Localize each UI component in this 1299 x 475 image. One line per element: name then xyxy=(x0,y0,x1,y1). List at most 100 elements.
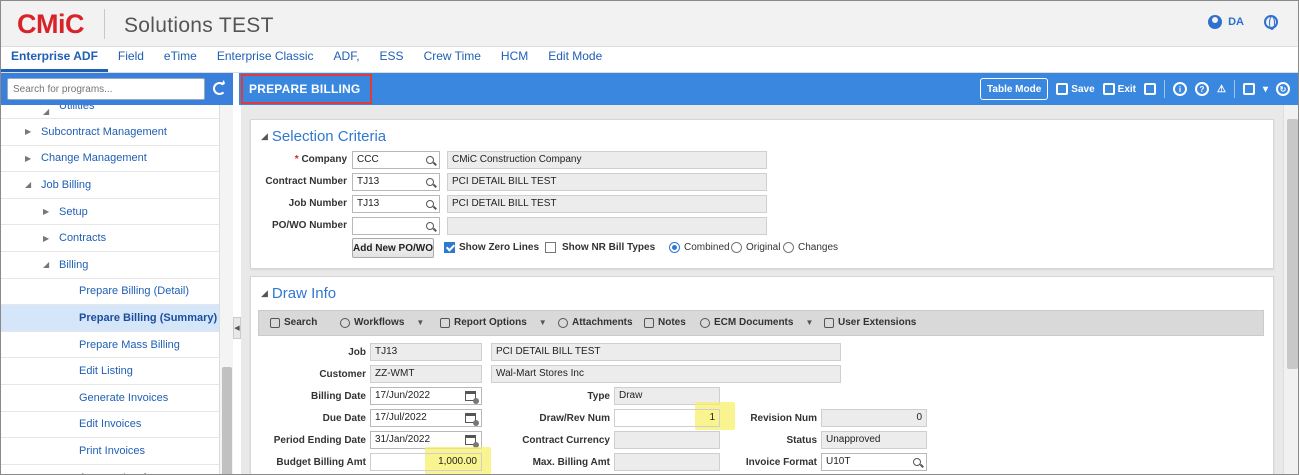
chevron-down-icon: ▼ xyxy=(805,318,814,327)
report-icon[interactable] xyxy=(1144,83,1156,95)
sidebar-item[interactable]: Edit Invoices xyxy=(1,412,219,439)
contract-currency-label: Contract Currency xyxy=(522,435,610,446)
table-mode-button[interactable]: Table Mode xyxy=(980,78,1049,100)
status-label: Status xyxy=(786,435,817,446)
customer-name-display: Wal-Mart Stores Inc xyxy=(491,365,841,383)
sidebar-item-label: Setup xyxy=(59,205,88,218)
edit-icon[interactable] xyxy=(1242,83,1255,95)
notes-toolbar-button[interactable]: Notes xyxy=(644,317,686,328)
expand-triangle-icon[interactable]: ▶ xyxy=(43,234,53,243)
sidebar-collapse-handle[interactable]: ◀ xyxy=(233,317,241,339)
tab-ess[interactable]: ESS xyxy=(370,46,414,72)
powo-lookup[interactable] xyxy=(421,217,439,235)
sidebar-item[interactable]: Edit Listing xyxy=(1,358,219,385)
billing-date-picker[interactable] xyxy=(461,387,479,405)
sidebar-item[interactable]: ▶ Change Management xyxy=(1,146,219,173)
changes-radio-label: Changes xyxy=(798,242,839,253)
sidebar-item-label: Billing xyxy=(59,258,89,271)
sidebar: ◢ Utilities ▶ Subcontract Management ▶ Change… xyxy=(1,73,233,474)
globe-icon[interactable] xyxy=(1264,15,1278,30)
sidebar-item[interactable]: ◢ Billing xyxy=(1,252,219,279)
collapse-triangle-icon[interactable]: ◢ xyxy=(25,180,35,189)
exit-button[interactable]: Exit xyxy=(1102,83,1136,95)
collapse-triangle-icon[interactable]: ◢ xyxy=(43,107,53,116)
content-scrollbar[interactable] xyxy=(1283,105,1298,474)
invoice-format-lookup[interactable] xyxy=(908,453,926,471)
collapse-triangle-icon: ◢ xyxy=(261,131,268,141)
sidebar-item-label: Print Invoices xyxy=(79,444,146,457)
user-icon[interactable] xyxy=(1208,15,1223,29)
job-name-display: PCI DETAIL BILL TEST xyxy=(491,343,841,361)
job-field: TJ13 xyxy=(370,343,482,361)
save-icon xyxy=(1056,83,1069,95)
tab-adf[interactable]: ADF, xyxy=(324,46,370,72)
user-extensions-toolbar-button[interactable]: User Extensions xyxy=(824,317,916,328)
sidebar-item[interactable]: Generate Invoices xyxy=(1,385,219,412)
attachments-toolbar-button[interactable]: Attachments xyxy=(558,317,633,328)
save-button[interactable]: Save xyxy=(1056,83,1095,95)
selection-criteria-header[interactable]: ◢ Selection Criteria xyxy=(261,128,386,145)
workflows-toolbar-button[interactable]: Workflows ▼ xyxy=(340,317,424,328)
tab-crew-time[interactable]: Crew Time xyxy=(414,46,491,72)
tab-field[interactable]: Field xyxy=(108,46,154,72)
sidebar-search-bar xyxy=(1,73,233,105)
original-radio[interactable] xyxy=(731,242,742,253)
invoice-format-label: Invoice Format xyxy=(745,457,817,468)
sidebar-item[interactable]: ▶ Contracts xyxy=(1,225,219,252)
tab-enterprise-adf[interactable]: Enterprise ADF xyxy=(1,46,108,72)
sidebar-scrollbar[interactable] xyxy=(219,105,233,474)
tab-edit-mode[interactable]: Edit Mode xyxy=(538,46,612,72)
draw-info-header[interactable]: ◢ Draw Info xyxy=(261,285,336,302)
info-icon[interactable]: i xyxy=(1173,82,1187,96)
sidebar-scroll-thumb[interactable] xyxy=(222,367,232,474)
sidebar-item[interactable]: ▶ Subcontract Management xyxy=(1,119,219,146)
content-scroll-thumb[interactable] xyxy=(1287,119,1298,369)
show-nr-bill-types-label: Show NR Bill Types xyxy=(562,242,656,253)
sidebar-item[interactable]: Print Invoices xyxy=(1,438,219,465)
sidebar-item-label: Approve Invoice xyxy=(79,472,158,474)
calendar-icon xyxy=(464,391,479,404)
search-toolbar-button[interactable]: Search xyxy=(270,317,317,328)
sidebar-item[interactable]: ◢ Utilities xyxy=(1,105,219,119)
sidebar-item-label: Prepare Billing (Summary) xyxy=(79,311,218,324)
sidebar-item[interactable]: Prepare Billing (Summary) xyxy=(1,305,219,332)
sidebar-item-label: Prepare Mass Billing xyxy=(79,338,180,351)
tab-etime[interactable]: eTime xyxy=(154,46,207,72)
refresh-icon[interactable] xyxy=(213,82,226,95)
expand-triangle-icon[interactable]: ▶ xyxy=(43,207,53,216)
tab-enterprise-classic[interactable]: Enterprise Classic xyxy=(207,46,324,72)
sidebar-item[interactable]: ▶ Setup xyxy=(1,199,219,226)
program-tree: ◢ Utilities ▶ Subcontract Management ▶ Change… xyxy=(1,105,219,474)
header-divider xyxy=(104,9,105,39)
combined-radio[interactable] xyxy=(669,242,680,253)
show-nr-bill-types-checkbox[interactable] xyxy=(545,242,556,253)
report-options-toolbar-button[interactable]: Report Options ▼ xyxy=(440,317,547,328)
due-date-picker[interactable] xyxy=(461,409,479,427)
expand-triangle-icon[interactable]: ▶ xyxy=(25,154,35,163)
sidebar-item-label: Utilities xyxy=(59,105,95,112)
expand-triangle-icon[interactable]: ▶ xyxy=(25,127,35,136)
tab-hcm[interactable]: HCM xyxy=(491,46,538,72)
sidebar-item[interactable]: Approve Invoice xyxy=(1,465,219,474)
company-lookup[interactable] xyxy=(421,151,439,169)
sidebar-item[interactable]: Prepare Billing (Detail) xyxy=(1,279,219,306)
paperclip-icon xyxy=(558,317,568,328)
changes-radio[interactable] xyxy=(783,242,794,253)
contract-lookup[interactable] xyxy=(421,173,439,191)
period-ending-date-label: Period Ending Date xyxy=(273,435,366,446)
module-tabs: Enterprise ADF Field eTime Enterprise Class… xyxy=(1,47,1298,73)
add-new-powo-button[interactable]: Add New PO/WO xyxy=(352,238,434,258)
sidebar-item[interactable]: ◢ Job Billing xyxy=(1,172,219,199)
warning-icon[interactable]: ⚠ xyxy=(1217,84,1226,95)
program-search-input[interactable] xyxy=(7,78,205,100)
refresh-page-icon[interactable]: ↻ xyxy=(1276,82,1290,96)
chevron-down-icon[interactable]: ▾ xyxy=(1263,84,1268,95)
collapse-triangle-icon[interactable]: ◢ xyxy=(43,260,53,269)
job-lookup[interactable] xyxy=(421,195,439,213)
draw-rev-num-field: 1 xyxy=(614,409,720,427)
help-icon[interactable]: ? xyxy=(1195,82,1209,96)
ecm-documents-toolbar-button[interactable]: ECM Documents ▼ xyxy=(700,317,813,328)
show-zero-lines-checkbox[interactable] xyxy=(444,242,455,253)
user-initials[interactable]: DA xyxy=(1228,16,1244,28)
sidebar-item[interactable]: Prepare Mass Billing xyxy=(1,332,219,359)
